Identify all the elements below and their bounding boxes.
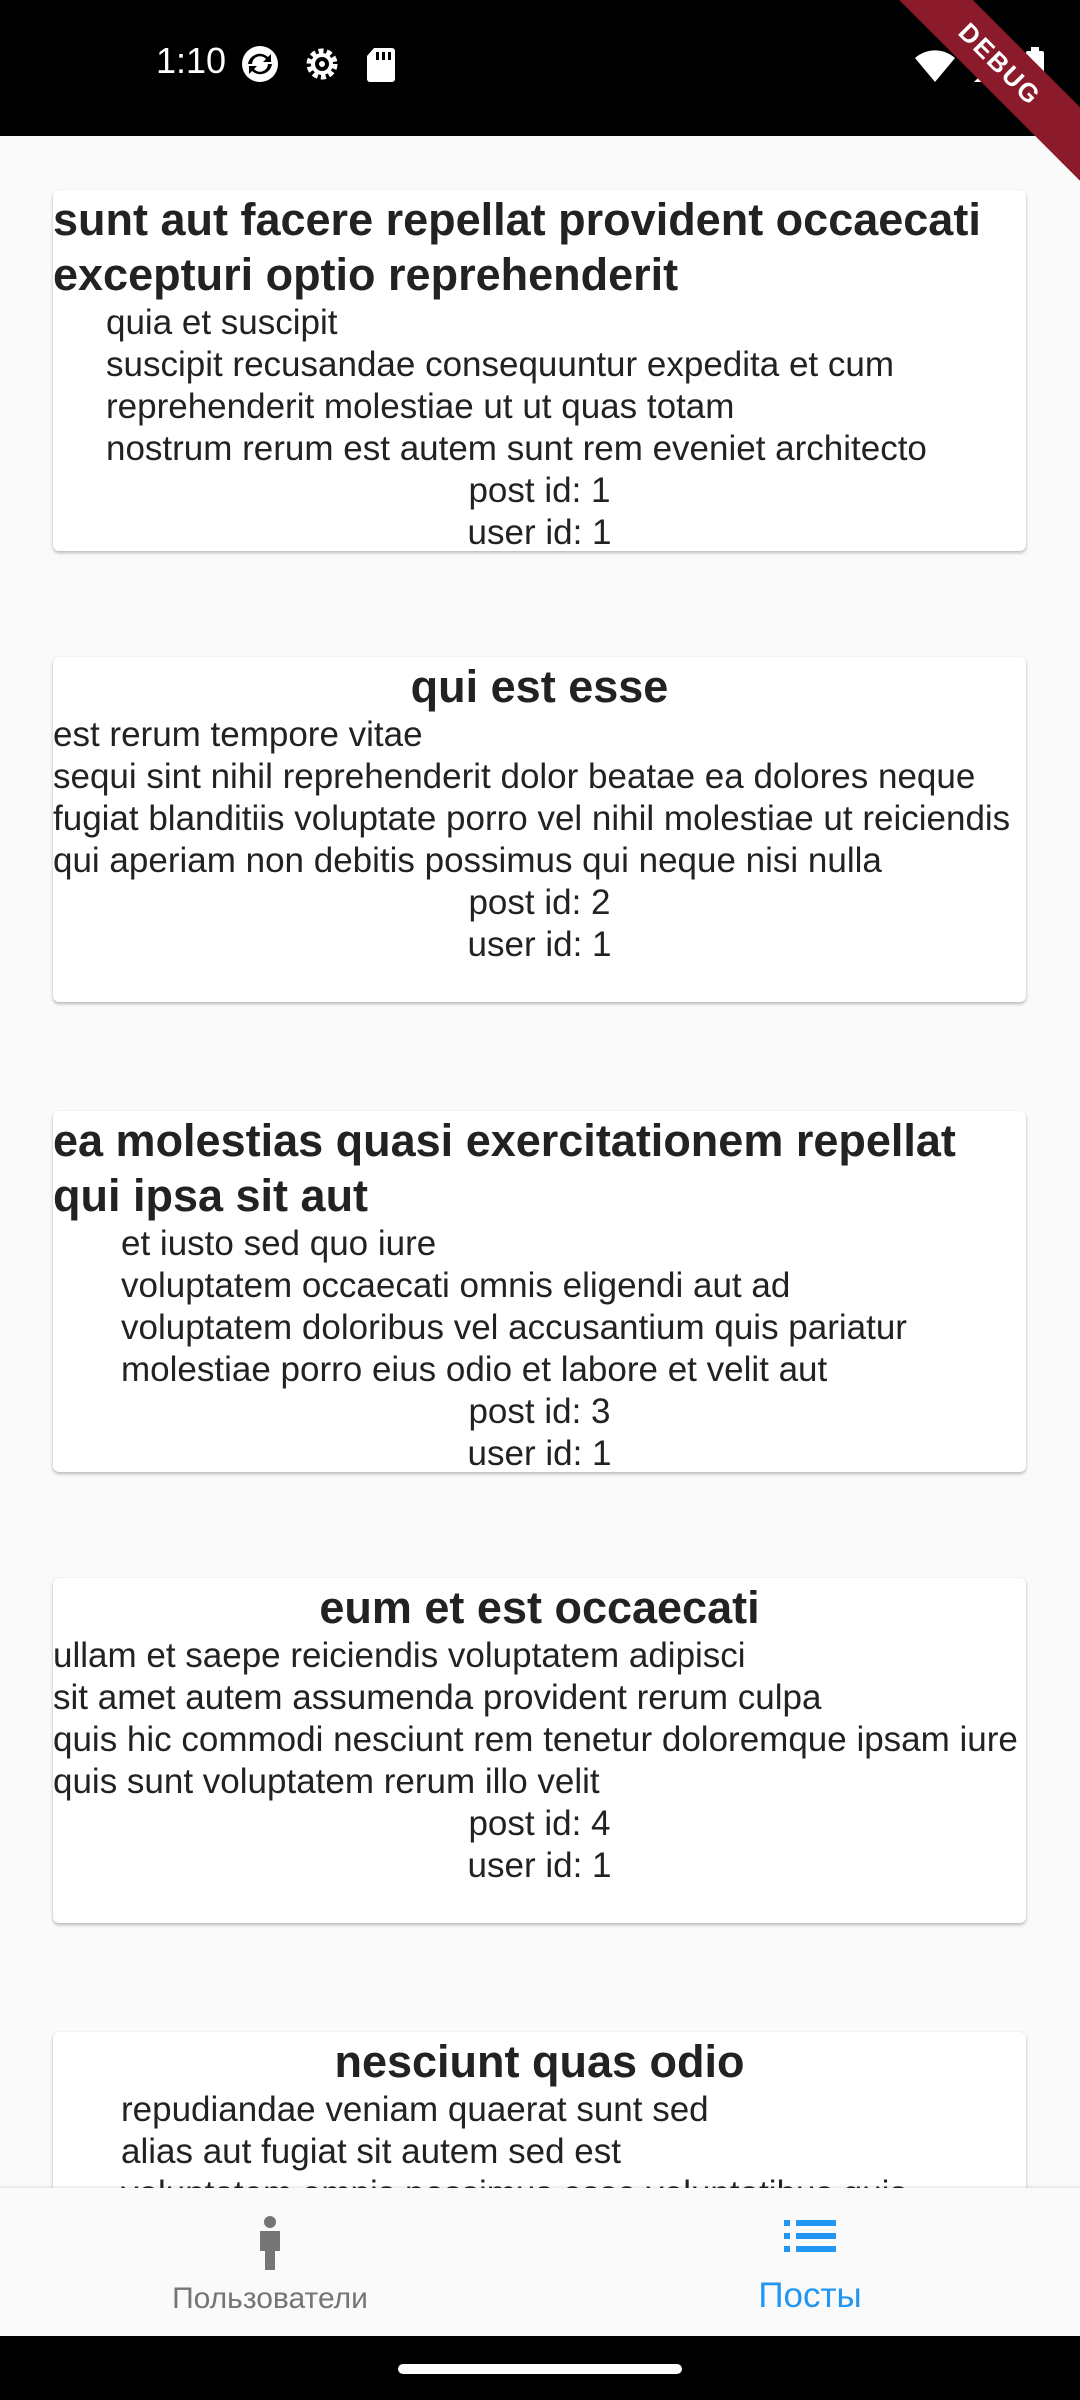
status-icons-left — [240, 44, 398, 89]
post-id: post id: 1 — [468, 471, 611, 510]
sd-card-icon — [364, 44, 398, 89]
post-body: quia et suscipit suscipit recusandae con… — [106, 303, 927, 468]
post-body: et iusto sed quo iure voluptatem occaeca… — [121, 1224, 907, 1389]
nav-label-users: Пользователи — [172, 2282, 368, 2315]
gear-icon — [302, 44, 342, 89]
sync-icon — [240, 44, 280, 89]
post-body: ullam et saepe reiciendis voluptatem adi… — [53, 1636, 1018, 1801]
post-title: ea molestias quasi exercitationem repell… — [53, 1115, 956, 1221]
post-body: repudiandae veniam quaerat sunt sed alia… — [121, 2090, 907, 2188]
bottom-navigation: Пользователи Посты — [0, 2188, 1080, 2336]
post-card[interactable]: qui est esse est rerum tempore vitae seq… — [53, 657, 1026, 1002]
list-icon — [784, 2216, 836, 2261]
post-card[interactable]: nesciunt quas odio repudiandae veniam qu… — [53, 2032, 1026, 2188]
nav-item-users[interactable]: Пользователи — [0, 2188, 540, 2336]
nav-label-posts: Посты — [758, 2276, 862, 2315]
user-id: user id: 1 — [467, 1434, 612, 1473]
post-title: eum et est occaecati — [319, 1582, 760, 1633]
status-time: 1:10 — [156, 40, 227, 81]
post-title: nesciunt quas odio — [334, 2036, 745, 2087]
post-body: est rerum tempore vitae sequi sint nihil… — [53, 715, 1011, 880]
post-title: sunt aut facere repellat provident occae… — [53, 194, 981, 300]
person-icon — [255, 2216, 285, 2275]
post-id: post id: 4 — [468, 1804, 611, 1843]
posts-list[interactable]: sunt aut facere repellat provident occae… — [0, 136, 1080, 2188]
gesture-navigation-bar — [0, 2336, 1080, 2400]
post-title: qui est esse — [410, 661, 669, 712]
post-card[interactable]: eum et est occaecati ullam et saepe reic… — [53, 1578, 1026, 1923]
user-id: user id: 1 — [467, 925, 612, 964]
user-id: user id: 1 — [467, 513, 612, 552]
wifi-icon — [914, 48, 956, 89]
post-card[interactable]: sunt aut facere repellat provident occae… — [53, 190, 1026, 552]
post-card[interactable]: ea molestias quasi exercitationem repell… — [53, 1111, 1026, 1473]
user-id: user id: 1 — [467, 1846, 612, 1885]
post-id: post id: 2 — [468, 883, 611, 922]
status-bar: 1:10 DEBUG — [0, 0, 1080, 189]
home-gesture-handle[interactable] — [398, 2364, 682, 2374]
nav-item-posts[interactable]: Посты — [540, 2188, 1080, 2336]
post-id: post id: 3 — [468, 1392, 611, 1431]
